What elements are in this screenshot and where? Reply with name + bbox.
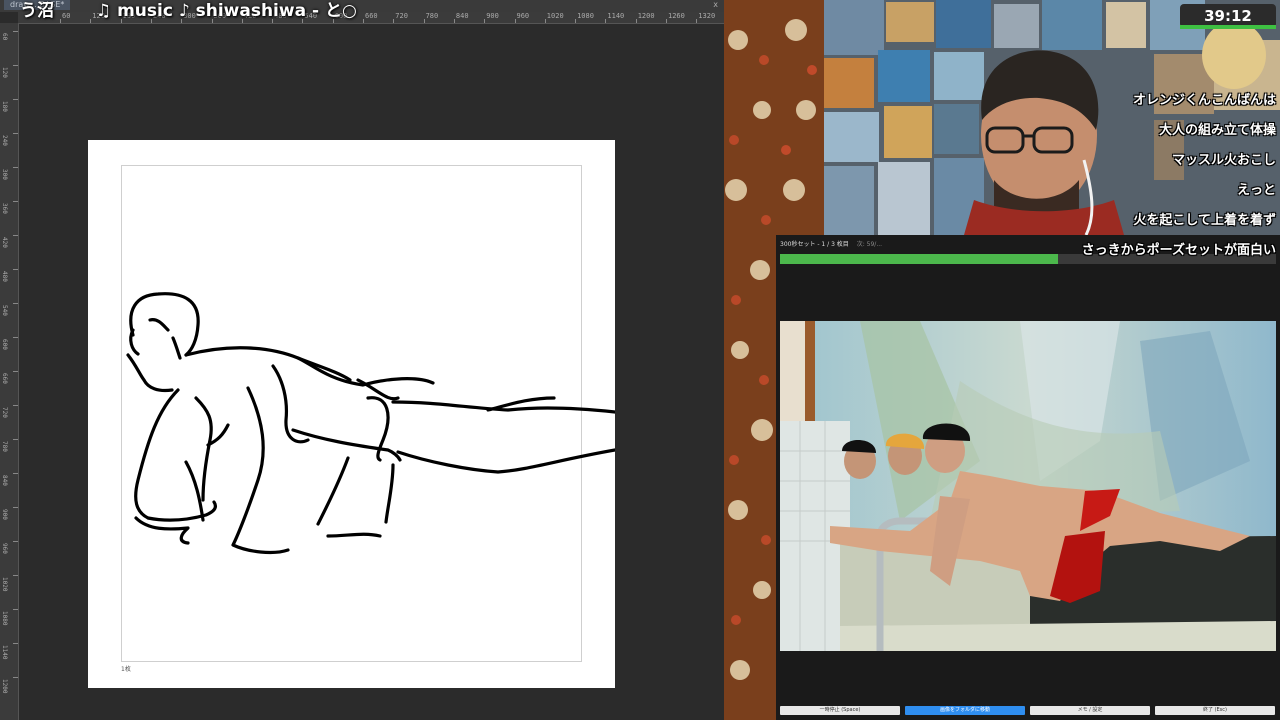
decorative-wallpaper-upper — [776, 0, 824, 235]
pose-progress-fill — [780, 254, 1058, 264]
exit-button[interactable]: 終了 (Esc) — [1155, 706, 1275, 715]
ruler-tick-label: 960 — [1, 543, 8, 554]
pause-button[interactable]: 一時停止 (Space) — [780, 706, 900, 715]
ruler-tick-label: 660 — [365, 12, 378, 20]
ruler-tick — [13, 405, 18, 406]
chat-comment: 大人の組み立て体操 — [1158, 123, 1276, 138]
ruler-tick-label: 1140 — [1, 645, 8, 660]
ruler-tick — [363, 19, 364, 23]
ruler-tick-label: 720 — [395, 12, 408, 20]
ruler-tick-label: 360 — [1, 203, 8, 214]
ruler-tick — [13, 643, 18, 644]
stream-timer-bar — [1180, 25, 1276, 29]
chat-comment: オレンジくんこんばんは — [1132, 93, 1276, 108]
ruler-tick — [13, 167, 18, 168]
pose-control-buttons: 一時停止 (Space) 画像をフォルダに移動 メモ / 設定 終了 (Esc) — [780, 706, 1276, 716]
ruler-tick-label: 600 — [1, 339, 8, 350]
ruler-tick — [13, 371, 18, 372]
bathhouse-photo — [780, 321, 1276, 651]
ruler-tick — [605, 19, 607, 23]
ruler-tick — [13, 337, 18, 338]
ruler-tick-label: 1320 — [698, 12, 716, 20]
ruler-tick — [13, 575, 18, 576]
decorative-wallpaper — [724, 0, 776, 720]
ruler-tick — [453, 19, 455, 23]
wallpaper-pattern — [724, 0, 776, 720]
ruler-tick-label: 660 — [1, 373, 8, 384]
ruler-tick-label: 780 — [1, 441, 8, 452]
ruler-tick-label: 900 — [1, 509, 8, 520]
ruler-tick — [13, 133, 18, 134]
ruler-tick — [13, 541, 18, 542]
music-prefix-text: う沼 — [20, 1, 54, 21]
ruler-tick-label: 840 — [455, 12, 469, 20]
ruler-tick-label: 1200 — [637, 12, 655, 20]
ruler-tick-label: 300 — [1, 169, 8, 180]
music-title-text: ♫ music ♪ shiwashiwa - と○ — [95, 1, 357, 21]
ruler-tick — [13, 99, 18, 100]
webcam-feed: オレンジくんこんばんは 大人の組み立て体操 マッスル火おこし えっと 火を起こし… — [824, 0, 1280, 235]
ruler-tick — [635, 19, 637, 23]
ruler-tick-label: 120 — [1, 67, 8, 78]
ruler-tick — [13, 473, 18, 474]
ruler-tick-label: 1200 — [1, 679, 8, 694]
ruler-tick — [575, 19, 577, 23]
ruler-tick — [393, 19, 395, 23]
ruler-tick-label: 720 — [1, 407, 8, 418]
chat-comment: さっきからポーズセットが面白い — [1081, 243, 1276, 258]
ruler-tick — [13, 677, 18, 678]
ruler-tick-label: 1080 — [1, 611, 8, 626]
music-now-playing-overlay: う沼 ♫ music ♪ shiwashiwa - と○ — [20, 0, 357, 22]
ruler-tick-label: 840 — [1, 475, 8, 486]
ruler-tick-label: 1260 — [668, 12, 685, 20]
ruler-tick — [13, 303, 18, 304]
chevron-down-icon[interactable]: x — [713, 0, 718, 10]
ruler-tick-label: 780 — [425, 12, 439, 20]
ruler-tick — [13, 269, 18, 270]
ruler-tick-label: 480 — [1, 271, 8, 282]
ruler-tick — [13, 507, 18, 508]
ruler-tick-label: 1080 — [577, 12, 594, 20]
pose-app-header: 300秒セット - 1 / 3 枚目 次: 59/... — [780, 239, 882, 248]
ruler-tick — [696, 19, 698, 23]
webcam-scene — [824, 0, 1280, 235]
ruler-tick — [514, 19, 516, 23]
ruler-tick — [484, 19, 486, 23]
ruler-tick-label: 240 — [1, 135, 8, 146]
chat-comment: えっと — [1236, 183, 1276, 198]
wallpaper-pattern-upper — [776, 0, 824, 235]
ruler-tick — [13, 65, 18, 66]
memo-settings-button[interactable]: メモ / 設定 — [1030, 706, 1150, 715]
ruler-tick — [666, 19, 667, 23]
pose-practice-app: 300秒セット - 1 / 3 枚目 次: 59/... 一時停止 (Space… — [776, 235, 1280, 720]
ruler-tick-label: 900 — [486, 12, 499, 20]
ruler-tick — [544, 19, 546, 23]
chat-comment: マッスル火おこし — [1171, 153, 1276, 168]
pose-set-title: 300秒セット - 1 / 3 枚目 — [780, 241, 849, 248]
ruler-tick-label: 540 — [1, 305, 8, 316]
ruler-tick-label: 180 — [1, 101, 8, 112]
ruler-tick — [13, 31, 18, 32]
ruler-tick — [13, 201, 18, 202]
chat-comment: 火を起こして上着を着ず — [1133, 213, 1276, 228]
vertical-ruler: 60 120 180 240 300 360 420 480 540 600 660 720 780 84… — [0, 23, 19, 720]
pose-reference-photo — [780, 321, 1276, 651]
ruler-tick — [13, 609, 18, 610]
ruler-tick — [423, 19, 425, 23]
ruler-tick-label: 1020 — [1, 577, 8, 592]
ruler-tick-label: 60 — [1, 33, 8, 41]
ruler-tick — [13, 235, 18, 236]
figure-sketch — [126, 292, 615, 555]
move-image-to-folder-button[interactable]: 画像をフォルダに移動 — [905, 706, 1025, 715]
ruler-tick-label: 1020 — [546, 12, 564, 20]
ruler-tick-label: 1140 — [607, 12, 625, 20]
ruler-tick — [13, 439, 18, 440]
drawing-app: draw... BASE* x 60 120 180 240 300 360 420 480 5… — [0, 0, 724, 720]
ruler-tick-label: 420 — [1, 237, 8, 248]
pose-next-status: 次: 59/... — [856, 241, 883, 248]
ruler-tick-label: 960 — [516, 12, 530, 20]
